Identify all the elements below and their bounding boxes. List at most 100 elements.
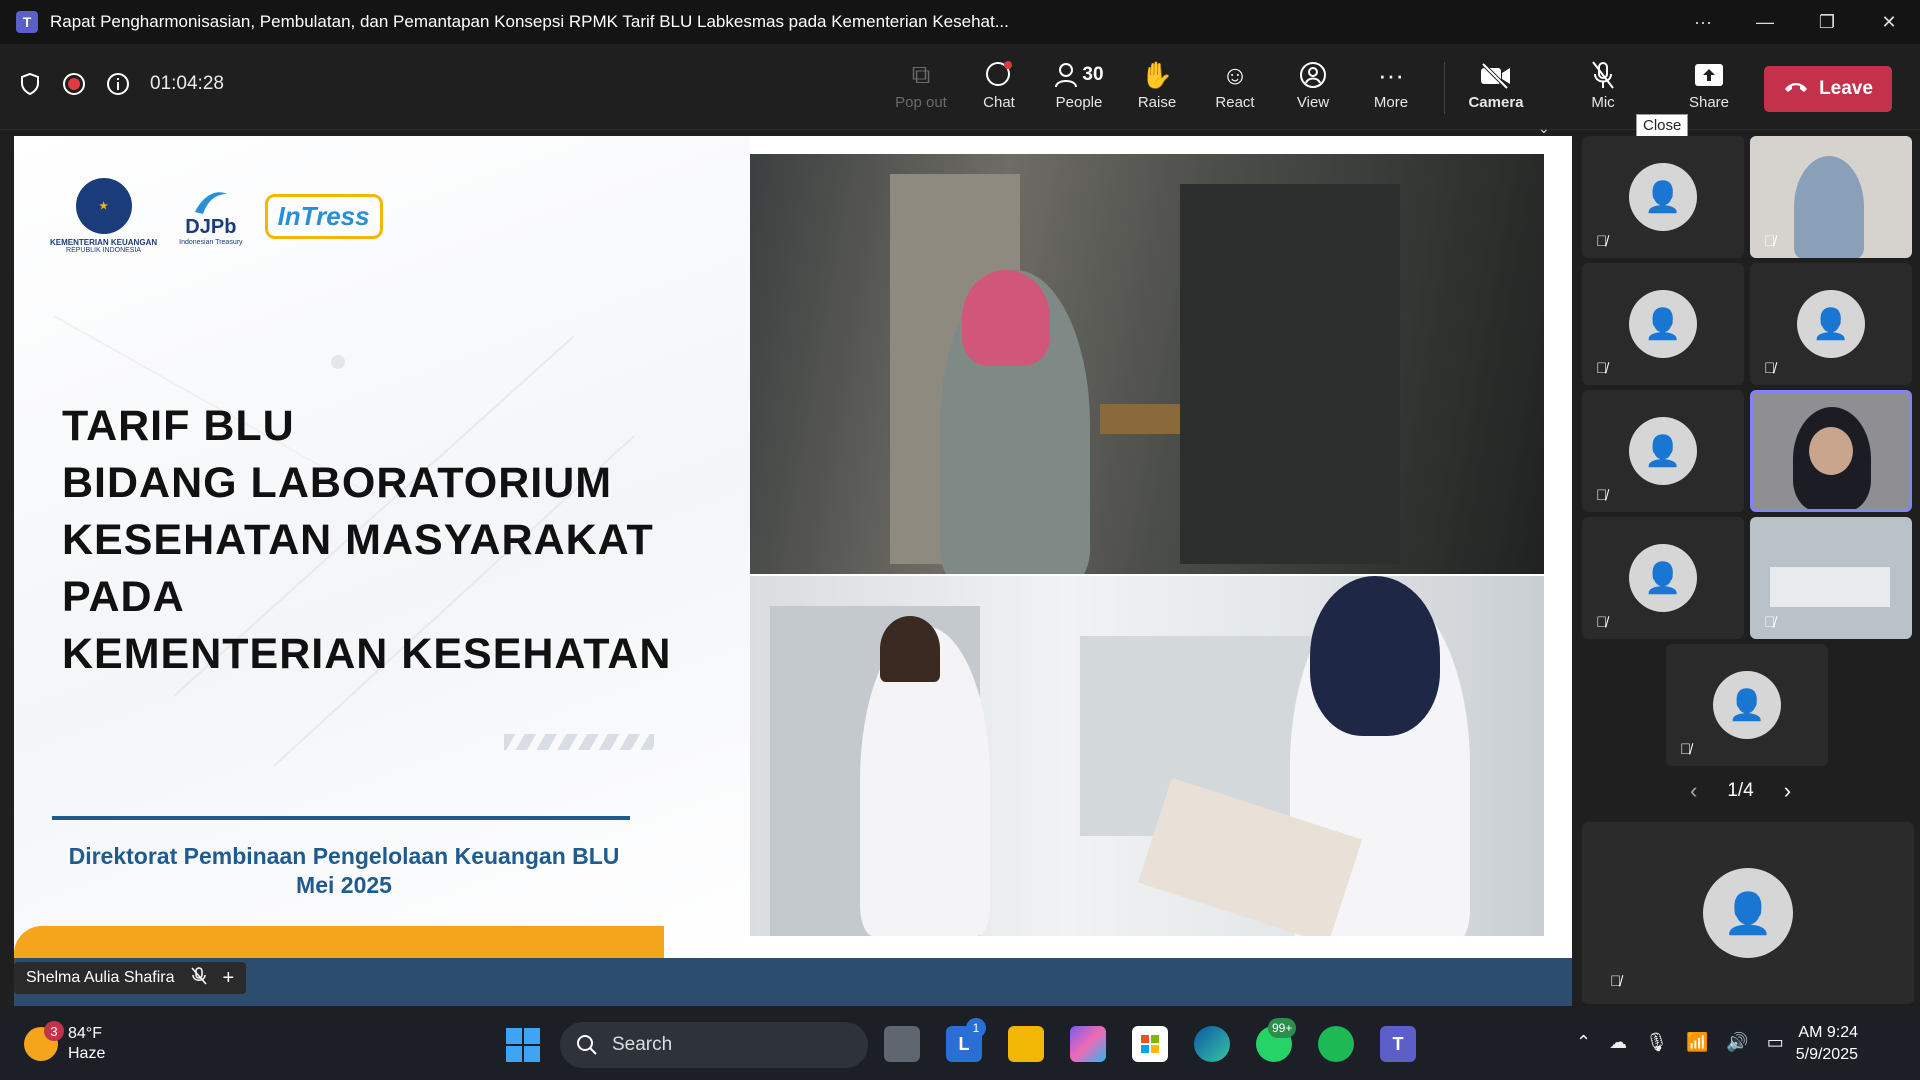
- mic-button[interactable]: Mic: [1566, 58, 1640, 120]
- slide-title-line: KESEHATAN MASYARAKAT: [62, 516, 654, 564]
- teams-icon: T: [16, 11, 38, 33]
- participant-tile[interactable]: 👤 🎙̸: [1582, 263, 1744, 385]
- chat-button[interactable]: Chat: [962, 58, 1036, 120]
- window-controls: ··· — ❐ ✕: [1672, 0, 1920, 44]
- kemenkeu-sub-text: REPUBLIK INDONESIA: [66, 247, 142, 254]
- camera-label: Camera: [1468, 94, 1524, 111]
- view-button[interactable]: View: [1276, 58, 1350, 120]
- windows-start-icon[interactable]: [506, 1028, 540, 1062]
- slide-title: TARIF BLU BIDANG LABORATORIUM KESEHATAN …: [62, 398, 671, 683]
- info-icon[interactable]: [106, 72, 130, 96]
- close-window-button[interactable]: ✕: [1858, 12, 1920, 33]
- shield-icon[interactable]: [18, 72, 42, 96]
- ellipsis-icon: ···: [1378, 59, 1404, 90]
- yellow-band: [14, 926, 664, 958]
- weather-icon: 3: [24, 1021, 64, 1061]
- mic-muted-icon: 🎙̸: [1764, 360, 1776, 377]
- people-button[interactable]: 30 People: [1040, 58, 1118, 120]
- chat-icon: [984, 58, 1014, 92]
- more-options-icon[interactable]: ···: [1672, 12, 1734, 33]
- participant-tile[interactable]: 👤 🎙̸: [1750, 263, 1912, 385]
- kemenkeu-emblem: ★: [75, 178, 132, 234]
- title-bar: T Rapat Pengharmonisasian, Pembulatan, d…: [0, 0, 1920, 44]
- djpb-text: DJPb: [185, 216, 237, 238]
- lab-fridge: [1180, 184, 1400, 564]
- kemenkeu-logo: ★ KEMENTERIAN KEUANGAN REPUBLIK INDONESI…: [50, 178, 157, 254]
- microphone-icon[interactable]: 🎙: [1645, 1032, 1668, 1053]
- participant-tile-video[interactable]: 🎙̸: [1750, 517, 1912, 639]
- window-title: Rapat Pengharmonisasian, Pembulatan, dan…: [50, 12, 1009, 31]
- self-view-tile[interactable]: 👤 🎙̸: [1582, 822, 1914, 1004]
- mic-muted-icon: 🎙̸: [1596, 487, 1608, 504]
- chevron-left-icon[interactable]: ‹: [1690, 778, 1697, 804]
- mic-muted-icon: 🎙̸: [1680, 741, 1692, 758]
- l-app-badge: 1: [966, 1018, 986, 1038]
- participant-tile[interactable]: 👤 🎙̸: [1582, 136, 1744, 258]
- participant-tile[interactable]: 👤 🎙̸: [1582, 390, 1744, 512]
- more-button[interactable]: ··· More: [1354, 58, 1428, 120]
- clock-time: 9:24 AM: [1798, 1024, 1858, 1041]
- raise-hand-button[interactable]: ✋ Raise: [1120, 58, 1194, 120]
- popout-label: Pop out: [895, 94, 947, 111]
- participant-face: [1809, 427, 1853, 475]
- tooltip: Close: [1636, 114, 1689, 137]
- react-label: React: [1215, 94, 1255, 111]
- people-count: 30: [1082, 64, 1104, 85]
- spotify-icon[interactable]: [1318, 1026, 1354, 1062]
- page-indicator: 1/4: [1727, 780, 1754, 801]
- camera-button[interactable]: Camera: [1458, 58, 1534, 120]
- chat-label: Chat: [983, 94, 1015, 111]
- active-speaker-tile[interactable]: [1750, 390, 1912, 512]
- slide-divider: [52, 816, 630, 820]
- copilot-icon[interactable]: [1070, 1026, 1106, 1062]
- pin-plus-icon[interactable]: +: [223, 967, 235, 990]
- avatar: 👤: [1629, 290, 1697, 358]
- leave-button[interactable]: Leave: [1764, 66, 1892, 112]
- maximize-button[interactable]: ❐: [1796, 12, 1858, 33]
- chevron-up-icon[interactable]: ⌃: [1576, 1032, 1591, 1053]
- participant-tile[interactable]: 👤 🎙̸: [1582, 517, 1744, 639]
- volume-icon[interactable]: 🔊: [1726, 1032, 1748, 1053]
- participant-tile[interactable]: 👤 🎙̸: [1666, 644, 1828, 766]
- djpb-swoosh-icon: [194, 192, 227, 214]
- taskbar-search[interactable]: Search: [560, 1022, 868, 1068]
- mic-label: Mic: [1591, 94, 1615, 111]
- mic-muted-icon: 🎙̸: [1596, 233, 1608, 250]
- meeting-room-table: [1770, 567, 1890, 607]
- onedrive-icon[interactable]: ☁: [1609, 1032, 1627, 1053]
- slide-footer-org: Direktorat Pembinaan Pengelolaan Keuanga…: [68, 843, 620, 869]
- task-view-icon[interactable]: [884, 1026, 920, 1062]
- gallery-pager: ‹ 1/4 ›: [1690, 778, 1791, 804]
- lab-photo-top: [750, 154, 1544, 574]
- slide-title-line: TARIF BLU: [62, 402, 295, 450]
- hand-icon: ✋: [1140, 59, 1174, 90]
- wifi-icon[interactable]: 📶: [1686, 1032, 1708, 1053]
- camera-options-chevron-icon[interactable]: ⌄: [1538, 120, 1550, 137]
- react-button[interactable]: ☺ React: [1198, 58, 1272, 120]
- whatsapp-badge: 99+: [1268, 1018, 1297, 1038]
- store-icon[interactable]: [1132, 1026, 1168, 1062]
- battery-icon[interactable]: ▭: [1767, 1032, 1784, 1053]
- file-explorer-icon[interactable]: [1008, 1026, 1044, 1062]
- weather-widget[interactable]: 3 84°F Haze: [24, 1021, 105, 1064]
- popout-button[interactable]: ⧉ Pop out: [884, 58, 958, 120]
- participant-tile-video[interactable]: 🎙̸: [1750, 136, 1912, 258]
- recording-icon[interactable]: [62, 72, 86, 96]
- edge-icon[interactable]: [1194, 1026, 1230, 1062]
- share-button[interactable]: Share: [1672, 58, 1746, 120]
- mic-muted-icon: 🎙̸: [1596, 360, 1608, 377]
- shared-screen[interactable]: ★ KEMENTERIAN KEUANGAN REPUBLIK INDONESI…: [14, 136, 1572, 958]
- avatar: 👤: [1629, 417, 1697, 485]
- people-label: People: [1055, 94, 1103, 111]
- meeting-timer: 01:04:28: [150, 73, 224, 94]
- avatar: 👤: [1713, 671, 1781, 739]
- weather-temp: 84°F: [68, 1025, 102, 1042]
- chevron-right-icon[interactable]: ›: [1784, 778, 1791, 804]
- share-icon: [1693, 58, 1725, 92]
- teams-taskbar-icon[interactable]: T: [1380, 1026, 1416, 1062]
- clock[interactable]: 9:24 AM 5/9/2025: [1796, 1022, 1858, 1066]
- presenter-bar: [14, 958, 1572, 1006]
- minimize-button[interactable]: —: [1734, 12, 1796, 33]
- djpb-sub-text: Indonesian Treasury: [179, 239, 243, 246]
- avatar: 👤: [1797, 290, 1865, 358]
